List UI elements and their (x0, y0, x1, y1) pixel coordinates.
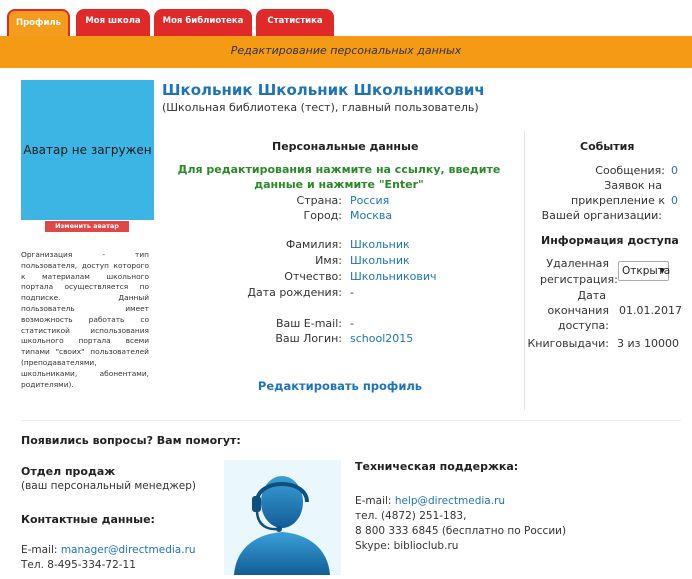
support-phone-line2: 8 800 333 6845 (бесплатно по России) (355, 525, 567, 537)
manager-email-link[interactable]: manager@directmedia.ru (61, 544, 196, 556)
requests-label-line2: прикрепление к (571, 194, 665, 207)
column-divider (524, 130, 525, 410)
requests-label-line3: Вашей организации: (541, 209, 662, 222)
requests-count[interactable]: 0 (671, 194, 678, 207)
user-full-name: Школьник Школьник Школьникович (162, 81, 485, 99)
tab-statistics[interactable]: Статистика (256, 9, 334, 36)
sales-dept-subtitle: (ваш персональный менеджер) (21, 480, 197, 492)
birthdate-label: Дата рождения: (247, 286, 342, 299)
firstname-value[interactable]: Школьник (350, 254, 410, 267)
access-end-label-2: окончания (547, 304, 610, 317)
email-label: Ваш E-mail: (275, 317, 342, 330)
patronymic-label: Отчество: (284, 270, 342, 283)
section-header-title: Редактирование персональных данных (230, 44, 462, 57)
country-label: Страна: (296, 194, 342, 207)
support-email-prefix: E-mail: (355, 495, 392, 507)
support-email-row: E-mail: help@directmedia.ru (355, 494, 505, 508)
edit-hint: Для редактирования нажмите на ссылку, вв… (177, 163, 501, 191)
city-label: Город: (303, 209, 342, 222)
tab-profile[interactable]: Профиль (7, 9, 70, 36)
support-phone-line1: тел. (4872) 251-183, (355, 510, 467, 522)
support-operator-icon (234, 476, 330, 575)
remote-registration-label-2: регистрация: (540, 273, 618, 286)
messages-label: Сообщения: (595, 164, 665, 177)
patronymic-value[interactable]: Школьникович (350, 270, 437, 283)
email-value[interactable]: - (350, 317, 354, 330)
manager-phone: Тел. 8-495-334-72-11 (21, 559, 136, 571)
sales-dept-title: Отдел продаж (21, 465, 116, 478)
chevron-down-icon: ▼ (659, 267, 665, 275)
support-operator-image (224, 460, 341, 575)
loans-label: Книговыдачи: (527, 337, 609, 350)
support-email-link[interactable]: help@directmedia.ru (395, 495, 505, 507)
user-role-subtitle: (Школьная библиотека (тест), главный пол… (162, 101, 479, 114)
manager-email-row: E-mail: manager@directmedia.ru (21, 543, 196, 557)
personal-data-title: Персональные данные (272, 140, 419, 153)
tab-my-library[interactable]: Моя библиотека (154, 9, 252, 36)
requests-label-line1: Заявок на (604, 179, 662, 192)
tab-bar: Профиль Моя школа Моя библиотека Статист… (0, 0, 692, 36)
avatar-placeholder: Аватар не загружен (21, 80, 154, 220)
tech-support-title: Техническая поддержка: (355, 460, 519, 473)
access-end-value: 01.01.2017 (619, 304, 682, 317)
access-end-label-1: Дата (577, 289, 606, 302)
events-title: События (580, 140, 635, 153)
login-label: Ваш Логин: (275, 332, 342, 345)
manager-email-prefix: E-mail: (21, 544, 58, 556)
remote-registration-label-1: Удаленная (546, 257, 609, 270)
city-value[interactable]: Москва (350, 209, 392, 222)
loans-value: 3 из 10000 (617, 337, 679, 350)
help-title: Появились вопросы? Вам помогут: (21, 434, 241, 447)
section-header-band: Редактирование персональных данных (0, 36, 692, 68)
birthdate-value[interactable]: - (350, 286, 354, 299)
organization-description: Организация - тип пользователя, доступ к… (21, 250, 149, 389)
lastname-value[interactable]: Школьник (350, 238, 410, 251)
login-value[interactable]: school2015 (350, 332, 413, 345)
messages-count[interactable]: 0 (671, 164, 678, 177)
tab-my-school[interactable]: Моя школа (76, 9, 150, 36)
change-avatar-button[interactable]: Изменить аватар (45, 221, 129, 232)
country-value[interactable]: Россия (350, 194, 389, 207)
help-divider (21, 420, 681, 421)
remote-registration-select[interactable]: Открыта ▼ (618, 261, 670, 281)
access-info-title: Информация доступа (541, 234, 679, 247)
contacts-title: Контактные данные: (21, 513, 155, 526)
access-end-label-3: доступа: (558, 319, 609, 332)
edit-profile-link[interactable]: Редактировать профиль (240, 379, 440, 393)
support-skype: Skype: biblioclub.ru (355, 540, 459, 552)
lastname-label: Фамилия: (285, 238, 342, 251)
firstname-label: Имя: (315, 254, 342, 267)
